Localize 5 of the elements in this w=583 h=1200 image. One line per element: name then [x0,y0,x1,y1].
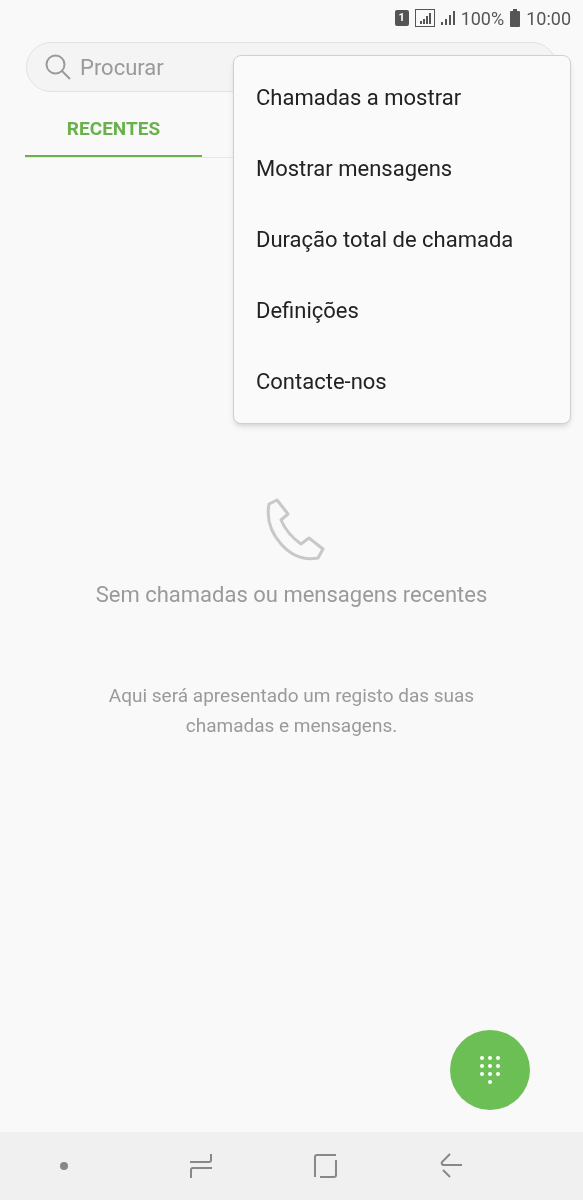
empty-message: Aqui será apresentado um registo das suas chamadas e mensagens. [107,683,476,739]
empty-title: Sem chamadas ou mensagens recentes [95,581,488,609]
sim-indicator: 1 [394,10,409,26]
clock: 10:00 [526,6,571,31]
battery-percentage: 100% [460,6,505,31]
